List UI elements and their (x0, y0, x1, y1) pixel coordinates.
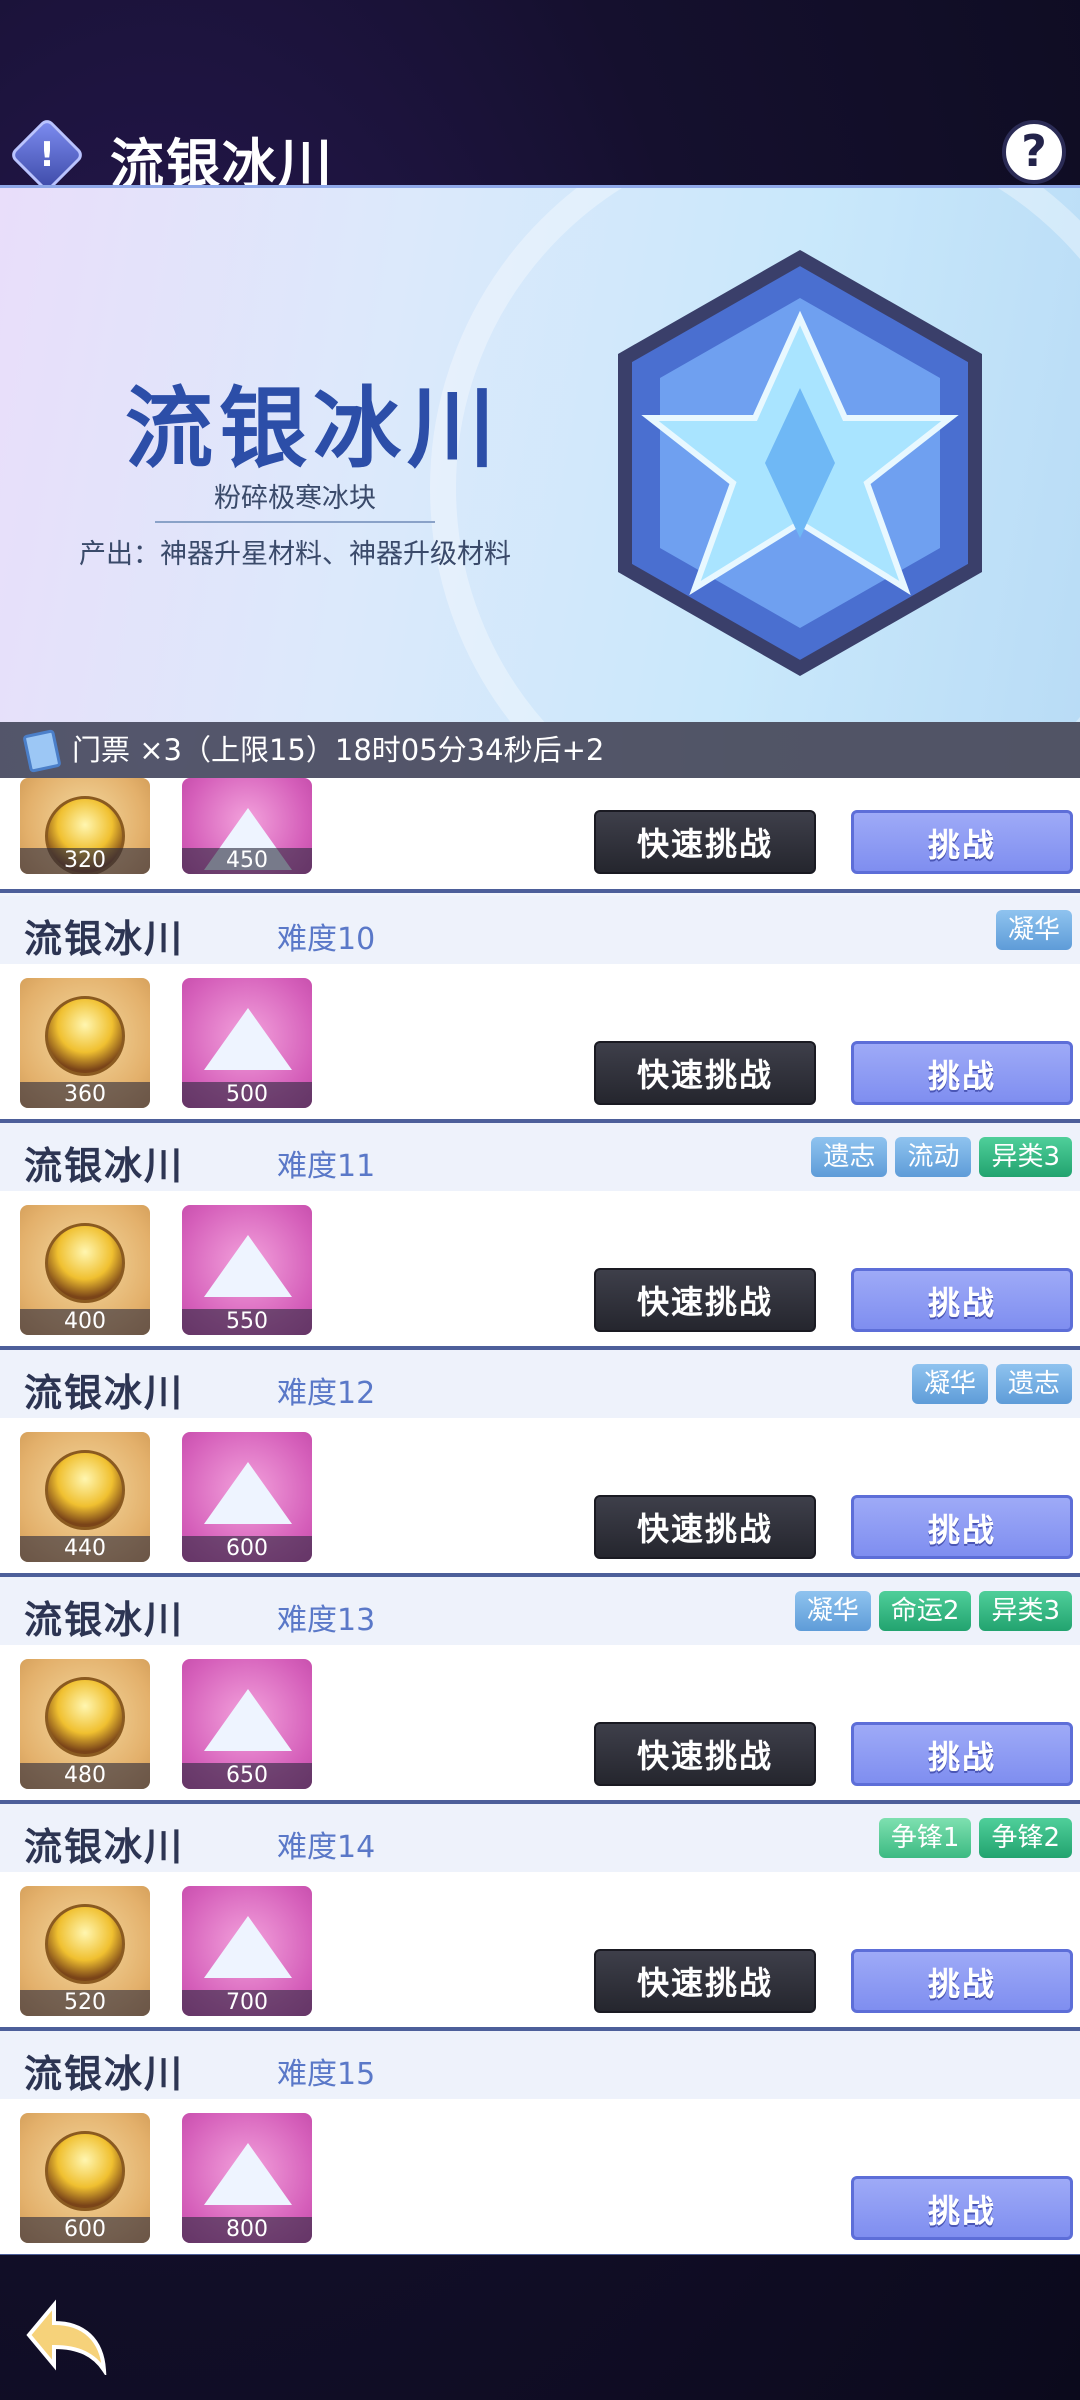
stage-name: 流银冰川 (24, 1371, 185, 1415)
row-header: 流银冰川 难度11 遗志 流动 异类3 (0, 1123, 1080, 1191)
stage-name: 流银冰川 (24, 1144, 185, 1188)
tag-badge[interactable]: 异类3 (979, 1591, 1072, 1631)
difficulty-label: 难度10 (277, 922, 376, 957)
tag-badge[interactable]: 异类3 (979, 1137, 1072, 1177)
tag-badge[interactable]: 凝华 (995, 910, 1072, 950)
list-item: 320 450 快速挑战 挑战 (0, 778, 1080, 893)
gold-reward-icon: 320 (20, 778, 150, 874)
gold-reward-icon[interactable]: 360 (20, 978, 150, 1108)
ice-crystal-icon (618, 249, 982, 677)
challenge-button[interactable]: 挑战 (851, 1268, 1073, 1332)
row-header: 流银冰川 难度14 争锋1 争锋2 (0, 1804, 1080, 1872)
stage-banner: 流银冰川 粉碎极寒冰块 产出：神器升星材料、神器升级材料 (0, 185, 1080, 722)
gold-reward-icon[interactable]: 480 (20, 1659, 150, 1789)
banner-subtitle: 粉碎极寒冰块 (214, 483, 376, 514)
reward-quantity: 700 (182, 1990, 312, 2016)
tag-badge[interactable]: 命运2 (878, 1591, 972, 1631)
gold-reward-icon[interactable]: 400 (20, 1205, 150, 1335)
row-header: 流银冰川 难度10 凝华 (0, 896, 1080, 964)
reward-quantity: 600 (20, 2217, 150, 2243)
crystal-reward-icon[interactable]: 500 (182, 978, 312, 1108)
tag-badge[interactable]: 遗志 (811, 1137, 888, 1177)
crystal-reward-icon: 450 (182, 778, 312, 874)
tag-badge[interactable]: 凝华 (911, 1364, 988, 1404)
challenge-button[interactable]: 挑战 (851, 2176, 1073, 2240)
quick-challenge-button[interactable]: 快速挑战 (594, 1041, 816, 1105)
quick-challenge-button[interactable]: 快速挑战 (594, 1722, 816, 1786)
list-item: 流银冰川 难度15 600 800 挑战 (0, 2031, 1080, 2255)
difficulty-label: 难度11 (277, 1149, 376, 1184)
gold-reward-icon[interactable]: 440 (20, 1432, 150, 1562)
tag-group: 争锋1 争锋2 (878, 1818, 1072, 1858)
tag-badge[interactable]: 争锋1 (878, 1818, 972, 1858)
crystal-reward-icon[interactable]: 550 (182, 1205, 312, 1335)
crystal-reward-icon[interactable]: 700 (182, 1886, 312, 2016)
tag-badge[interactable]: 遗志 (995, 1364, 1072, 1404)
reward-quantity: 650 (182, 1763, 312, 1789)
challenge-button[interactable]: 挑战 (851, 1722, 1073, 1786)
stage-name: 流银冰川 (24, 1825, 185, 1869)
crystal-reward-icon[interactable]: 600 (182, 1432, 312, 1562)
banner-divider (155, 521, 435, 523)
stage-name: 流银冰川 (24, 2052, 185, 2096)
top-bar: ! 流银冰川 ? (0, 0, 1080, 196)
list-item: 流银冰川 难度12 凝华 遗志 440 600 快速挑战 挑战 (0, 1350, 1080, 1577)
quick-challenge-button[interactable]: 快速挑战 (594, 1949, 816, 2013)
reward-quantity: 600 (182, 1536, 312, 1562)
difficulty-list[interactable]: 320 450 快速挑战 挑战 流银冰川 难度10 凝华 360 500 快速挑… (0, 778, 1080, 2255)
tag-badge[interactable]: 流动 (895, 1137, 972, 1177)
crystal-reward-icon[interactable]: 650 (182, 1659, 312, 1789)
tag-group: 凝华 遗志 (911, 1364, 1072, 1404)
info-icon[interactable]: ! (8, 116, 86, 194)
reward-quantity: 400 (20, 1309, 150, 1335)
quick-challenge-button[interactable]: 快速挑战 (594, 810, 816, 874)
reward-quantity: 550 (182, 1309, 312, 1335)
banner-title: 流银冰川 (125, 377, 502, 480)
list-item: 流银冰川 难度13 凝华 命运2 异类3 480 650 快速挑战 挑战 (0, 1577, 1080, 1804)
reward-quantity: 440 (20, 1536, 150, 1562)
crystal-reward-icon[interactable]: 800 (182, 2113, 312, 2243)
row-header: 流银冰川 难度13 凝华 命运2 异类3 (0, 1577, 1080, 1645)
quick-challenge-button[interactable]: 快速挑战 (594, 1268, 816, 1332)
list-item: 流银冰川 难度11 遗志 流动 异类3 400 550 快速挑战 挑战 (0, 1123, 1080, 1350)
reward-quantity: 360 (20, 1082, 150, 1108)
difficulty-label: 难度15 (277, 2057, 376, 2092)
tag-badge[interactable]: 争锋2 (979, 1818, 1072, 1858)
gold-reward-icon[interactable]: 600 (20, 2113, 150, 2243)
difficulty-label: 难度12 (277, 1376, 376, 1411)
list-item: 流银冰川 难度14 争锋1 争锋2 520 700 快速挑战 挑战 (0, 1804, 1080, 2031)
list-item: 流银冰川 难度10 凝华 360 500 快速挑战 挑战 (0, 896, 1080, 1123)
stage-name: 流银冰川 (24, 917, 185, 961)
tag-group: 凝华 命运2 异类3 (794, 1591, 1072, 1631)
challenge-button[interactable]: 挑战 (851, 1041, 1073, 1105)
row-header: 流银冰川 难度15 (0, 2031, 1080, 2099)
difficulty-label: 难度14 (277, 1830, 376, 1865)
reward-quantity: 500 (182, 1082, 312, 1108)
challenge-button[interactable]: 挑战 (851, 810, 1073, 874)
difficulty-label: 难度13 (277, 1603, 376, 1638)
tag-group: 凝华 (995, 910, 1072, 950)
reward-quantity: 800 (182, 2217, 312, 2243)
reward-quantity: 480 (20, 1763, 150, 1789)
question-icon[interactable]: ? (1002, 120, 1066, 184)
ticket-bar: 门票 ×3（上限15）18时05分34秒后+2 (0, 722, 1080, 778)
quick-challenge-button[interactable]: 快速挑战 (594, 1495, 816, 1559)
row-header: 流银冰川 难度12 凝华 遗志 (0, 1350, 1080, 1418)
banner-description: 产出：神器升星材料、神器升级材料 (79, 539, 511, 570)
back-arrow-icon[interactable] (24, 2295, 114, 2375)
reward-quantity: 520 (20, 1990, 150, 2016)
bottom-bar (0, 2255, 1080, 2400)
challenge-button[interactable]: 挑战 (851, 1495, 1073, 1559)
gold-reward-icon[interactable]: 520 (20, 1886, 150, 2016)
stage-name: 流银冰川 (24, 1598, 185, 1642)
ticket-text: 门票 ×3（上限15）18时05分34秒后+2 (72, 733, 605, 767)
ticket-icon (22, 729, 62, 773)
tag-group: 遗志 流动 异类3 (811, 1137, 1072, 1177)
challenge-button[interactable]: 挑战 (851, 1949, 1073, 2013)
tag-badge[interactable]: 凝华 (794, 1591, 871, 1631)
